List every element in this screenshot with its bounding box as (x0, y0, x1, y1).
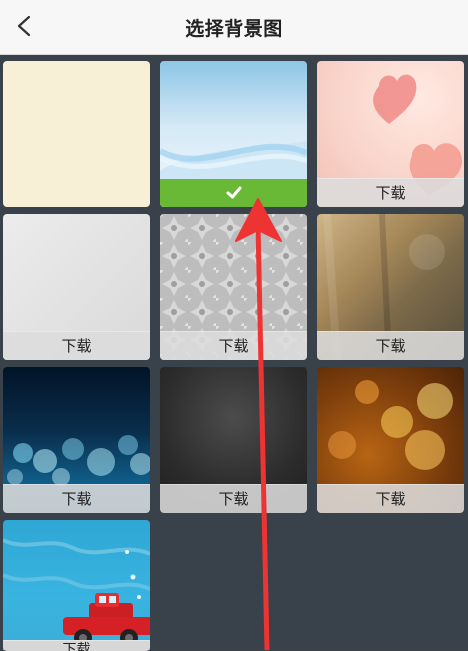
download-label[interactable]: 下载 (160, 331, 307, 360)
bg-tile-silver[interactable]: 下载 (3, 214, 150, 360)
car-art (3, 538, 150, 647)
top-bar: 选择背景图 (0, 0, 468, 55)
download-label[interactable]: 下载 (3, 331, 150, 360)
download-label[interactable]: 下载 (317, 178, 464, 207)
bg-tile-dark-texture[interactable]: 下载 (160, 367, 307, 513)
download-label[interactable]: 下载 (160, 484, 307, 513)
download-label[interactable]: 下载 (317, 331, 464, 360)
download-label[interactable]: 下载 (3, 484, 150, 513)
bg-tile-cream[interactable] (3, 61, 150, 207)
bg-tile-frosted-glass[interactable]: 下载 (317, 214, 464, 360)
bg-tile-orange-bokeh[interactable]: 下载 (317, 367, 464, 513)
selected-indicator (160, 179, 307, 207)
download-label[interactable]: 下载 (3, 640, 150, 651)
bg-tile-lace-pattern[interactable]: 下载 (160, 214, 307, 360)
download-label[interactable]: 下载 (317, 484, 464, 513)
bg-tile-night-bokeh[interactable]: 下载 (3, 367, 150, 513)
page-title: 选择背景图 (185, 18, 283, 40)
bg-tile-car-illustration[interactable] (3, 520, 150, 650)
bg-tile-sky-wave[interactable] (160, 61, 307, 207)
bg-tile-pink-hearts[interactable]: 下载 (317, 61, 464, 207)
check-icon (226, 186, 242, 199)
